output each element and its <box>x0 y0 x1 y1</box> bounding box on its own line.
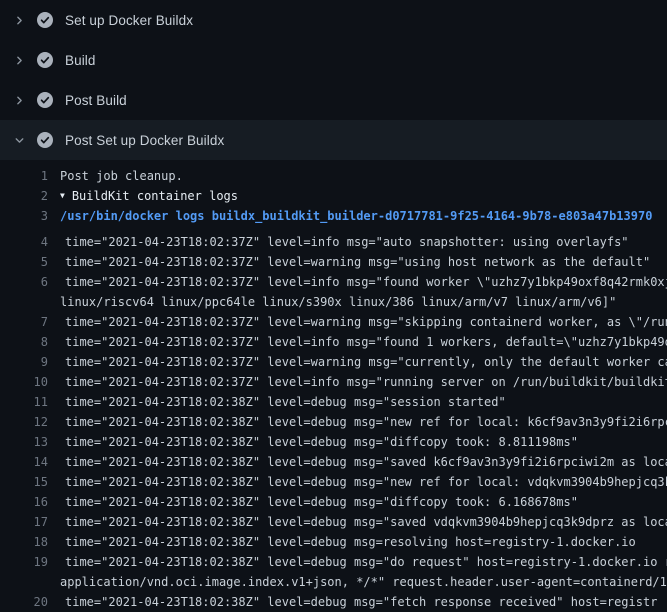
line-number[interactable]: 11 <box>0 392 48 412</box>
line-number[interactable]: 13 <box>0 432 48 452</box>
line-number[interactable]: 3 <box>0 206 48 226</box>
step-header-build[interactable]: Build <box>0 40 667 80</box>
log-line: 15time="2021-04-23T18:02:38Z" level=debu… <box>0 466 667 486</box>
chevron-right-icon <box>13 94 26 107</box>
log-line: 3/usr/bin/docker logs buildx_buildkit_bu… <box>0 206 667 226</box>
log-line: 13time="2021-04-23T18:02:38Z" level=debu… <box>0 426 667 446</box>
step-header-post-set-up-docker-buildx[interactable]: Post Set up Docker Buildx <box>0 120 667 160</box>
chevron-right-icon <box>13 54 26 67</box>
log-line: 6time="2021-04-23T18:02:37Z" level=info … <box>0 266 667 286</box>
line-number[interactable]: 6 <box>0 272 48 292</box>
log-line: 1 Post job cleanup. <box>0 166 667 186</box>
line-number[interactable]: 2 <box>0 186 48 206</box>
step-title: Build <box>65 53 96 68</box>
success-check-icon <box>37 92 53 108</box>
step-title: Set up Docker Buildx <box>65 13 193 28</box>
log-line: 19time="2021-04-23T18:02:38Z" level=debu… <box>0 546 667 566</box>
line-number[interactable]: 7 <box>0 312 48 332</box>
log-line: 2 ▼ BuildKit container logs <box>0 186 667 206</box>
line-number[interactable]: 9 <box>0 352 48 372</box>
log-group-title[interactable]: ▼ BuildKit container logs <box>60 186 667 208</box>
line-number[interactable]: 15 <box>0 472 48 492</box>
line-number[interactable]: 17 <box>0 512 48 532</box>
line-number[interactable]: 18 <box>0 532 48 552</box>
log-line: 4time="2021-04-23T18:02:37Z" level=info … <box>0 226 667 246</box>
group-title-text: BuildKit container logs <box>72 189 238 203</box>
line-number[interactable]: 4 <box>0 232 48 252</box>
chevron-right-icon <box>13 14 26 27</box>
line-number[interactable]: 5 <box>0 252 48 272</box>
success-check-icon <box>37 12 53 28</box>
log-output: 1 Post job cleanup. 2 ▼ BuildKit container l… <box>0 160 667 606</box>
line-number[interactable]: 8 <box>0 332 48 352</box>
line-number[interactable]: 10 <box>0 372 48 392</box>
log-line: 16time="2021-04-23T18:02:38Z" level=debu… <box>0 486 667 506</box>
log-text: time="2021-04-23T18:02:38Z" level=debug … <box>65 586 667 612</box>
step-title: Post Build <box>65 93 127 108</box>
success-check-icon <box>37 132 53 148</box>
log-text: Post job cleanup. <box>60 166 667 186</box>
line-number[interactable]: 20 <box>0 592 48 612</box>
log-line: 10time="2021-04-23T18:02:37Z" level=info… <box>0 366 667 386</box>
log-line: 17time="2021-04-23T18:02:38Z" level=debu… <box>0 506 667 526</box>
line-number[interactable]: 19 <box>0 552 48 572</box>
step-header-post-build[interactable]: Post Build <box>0 80 667 120</box>
log-line: 18time="2021-04-23T18:02:38Z" level=debu… <box>0 526 667 546</box>
chevron-down-icon <box>13 134 26 147</box>
log-line: 9time="2021-04-23T18:02:37Z" level=warni… <box>0 346 667 366</box>
success-check-icon <box>37 52 53 68</box>
log-line: 7time="2021-04-23T18:02:37Z" level=warni… <box>0 306 667 326</box>
log-line: 11time="2021-04-23T18:02:38Z" level=debu… <box>0 386 667 406</box>
log-line: 8time="2021-04-23T18:02:37Z" level=info … <box>0 326 667 346</box>
log-viewer: Set up Docker Buildx Build Post Build Post … <box>0 0 667 600</box>
step-header-set-up-docker-buildx[interactable]: Set up Docker Buildx <box>0 0 667 40</box>
line-number[interactable]: 16 <box>0 492 48 512</box>
line-number[interactable]: 1 <box>0 166 48 186</box>
log-line: 14time="2021-04-23T18:02:38Z" level=debu… <box>0 446 667 466</box>
log-line: 5time="2021-04-23T18:02:37Z" level=warni… <box>0 246 667 266</box>
log-line-continuation: linux/riscv64 linux/ppc64le linux/s390x … <box>0 286 667 306</box>
log-line-continuation: application/vnd.oci.image.index.v1+json,… <box>0 566 667 586</box>
command-text: /usr/bin/docker logs buildx_buildkit_bui… <box>60 206 667 226</box>
step-title: Post Set up Docker Buildx <box>65 133 224 148</box>
line-number[interactable]: 14 <box>0 452 48 472</box>
log-line: 20time="2021-04-23T18:02:38Z" level=debu… <box>0 586 667 606</box>
line-number[interactable]: 12 <box>0 412 48 432</box>
log-line: 12time="2021-04-23T18:02:38Z" level=debu… <box>0 406 667 426</box>
group-expander-icon[interactable]: ▼ <box>60 186 65 206</box>
